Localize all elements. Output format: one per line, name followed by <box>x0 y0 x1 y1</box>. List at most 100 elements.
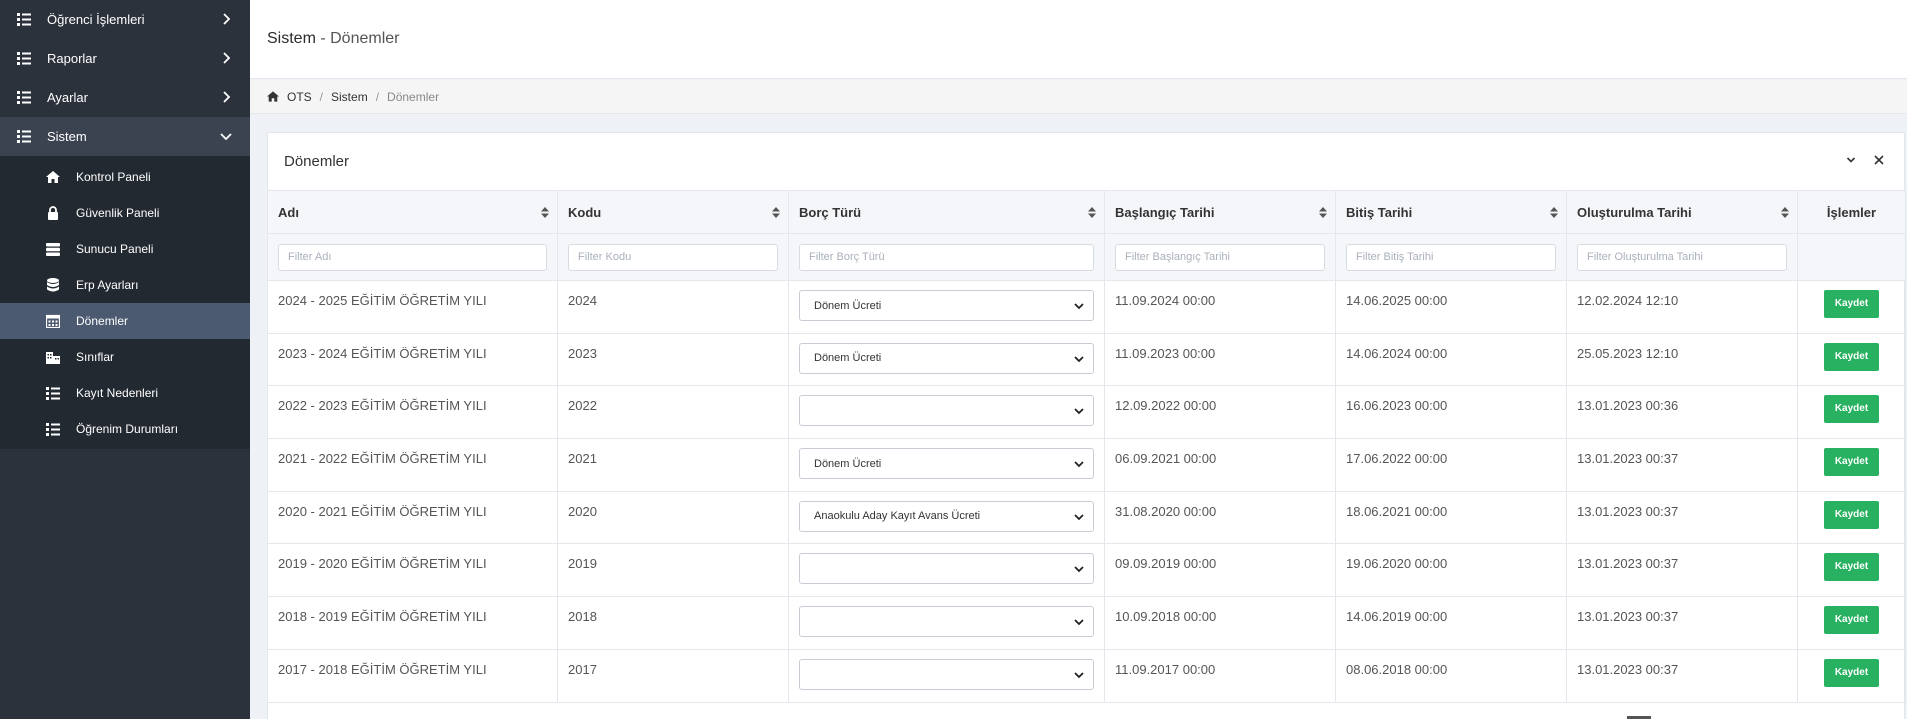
sidebar-subitem-guvenlik-paneli[interactable]: Güvenlik Paneli <box>0 195 250 231</box>
filter-baslangic-tarihi-input[interactable] <box>1115 243 1325 271</box>
sidebar-subitem-erp-ayarlari[interactable]: Erp Ayarları <box>0 267 250 303</box>
cell-olusturulma-tarihi: 13.01.2023 00:37 <box>1566 648 1798 703</box>
chevron-down-icon <box>1074 408 1084 415</box>
sidebar-subitem-label: Sınıflar <box>76 350 115 364</box>
sidebar-item-ogrenci-islemleri[interactable]: Öğrenci İşlemleri <box>0 0 250 39</box>
sidebar-subitem-kontrol-paneli[interactable]: Kontrol Paneli <box>0 159 250 195</box>
kaydet-button[interactable]: Kaydet <box>1824 606 1879 635</box>
column-header-olusturulma-tarihi[interactable]: Oluşturulma Tarihi <box>1566 190 1798 234</box>
cell-kodu: 2020 <box>557 490 789 545</box>
column-header-bitis-tarihi[interactable]: Bitiş Tarihi <box>1335 190 1567 234</box>
cell-adi: 2019 - 2020 EĞİTİM ÖĞRETİM YILI <box>267 543 558 598</box>
kaydet-button[interactable]: Kaydet <box>1824 395 1879 424</box>
list-icon <box>16 90 31 105</box>
cell-bitis-tarihi: 18.06.2021 00:00 <box>1335 490 1567 545</box>
sidebar-subitem-siniflar[interactable]: Sınıflar <box>0 339 250 375</box>
cell-borc-turu <box>788 543 1105 598</box>
cell-bitis-tarihi: 14.06.2019 00:00 <box>1335 596 1567 650</box>
borc-turu-select[interactable]: Dönem Ücreti <box>799 342 1094 374</box>
cell-adi: 2018 - 2019 EĞİTİM ÖĞRETİM YILI <box>267 596 558 650</box>
breadcrumb-current: Dönemler <box>387 89 440 104</box>
portlet-title: Dönemler <box>284 153 350 170</box>
borc-turu-select[interactable] <box>799 553 1094 585</box>
filter-borc-turu-input[interactable] <box>799 243 1094 271</box>
select-value: Dönem Ücreti <box>814 299 882 312</box>
sidebar-subitem-sunucu-paneli[interactable]: Sunucu Paneli <box>0 231 250 267</box>
list-icon <box>16 129 31 144</box>
column-header-adi[interactable]: Adı <box>267 190 558 234</box>
chevron-down-icon <box>220 133 232 141</box>
column-header-borc-turu[interactable]: Borç Türü <box>788 190 1105 234</box>
cell-olusturulma-tarihi: 13.01.2023 00:37 <box>1566 490 1798 545</box>
column-header-kodu[interactable]: Kodu <box>557 190 789 234</box>
column-header-label: Oluşturulma Tarihi <box>1577 204 1692 220</box>
breadcrumb-section-link[interactable]: Sistem <box>331 90 368 104</box>
cell-baslangic-tarihi: 10.09.2018 00:00 <box>1104 596 1336 650</box>
filter-cell-empty <box>1797 233 1906 281</box>
sidebar-item-raporlar[interactable]: Raporlar <box>0 39 250 78</box>
breadcrumb-separator: / <box>319 89 324 104</box>
sidebar-item-label: Sistem <box>47 129 87 144</box>
cell-bitis-tarihi: 14.06.2024 00:00 <box>1335 332 1567 387</box>
sidebar-item-sistem[interactable]: Sistem <box>0 117 250 156</box>
borc-turu-select[interactable]: Dönem Ücreti <box>799 448 1094 480</box>
cell-bitis-tarihi: 08.06.2018 00:00 <box>1335 648 1567 703</box>
cell-islemler: Kaydet <box>1797 332 1906 387</box>
borc-turu-select[interactable] <box>799 395 1094 427</box>
chevron-down-icon <box>1846 157 1856 163</box>
close-button[interactable] <box>1872 153 1886 167</box>
select-value: Dönem Ücreti <box>814 352 882 365</box>
borc-turu-select[interactable]: Dönem Ücreti <box>799 290 1094 321</box>
list-icon <box>46 386 60 400</box>
cell-olusturulma-tarihi: 12.02.2024 12:10 <box>1566 280 1798 334</box>
sidebar-subitem-ogrenim-durumlari[interactable]: Öğrenim Durumları <box>0 411 250 447</box>
cell-borc-turu: Dönem Ücreti <box>788 438 1105 492</box>
filter-bitis-tarihi-input[interactable] <box>1346 243 1556 271</box>
cell-adi: 2024 - 2025 EĞİTİM ÖĞRETİM YILI <box>267 280 558 334</box>
cell-borc-turu: Dönem Ücreti <box>788 280 1105 334</box>
table-row: 2022 - 2023 EĞİTİM ÖĞRETİM YILI 2022 12.09… <box>267 385 1906 440</box>
filter-olusturulma-tarihi-input[interactable] <box>1577 243 1787 271</box>
column-header-label: Başlangıç Tarihi <box>1115 204 1215 220</box>
sort-icon <box>1781 207 1789 218</box>
collapse-button[interactable] <box>1844 153 1858 167</box>
kaydet-button[interactable]: Kaydet <box>1824 448 1879 477</box>
sort-icon <box>1550 207 1558 218</box>
kaydet-button[interactable]: Kaydet <box>1824 500 1879 529</box>
column-header-label: Kodu <box>568 204 602 220</box>
column-header-baslangic-tarihi[interactable]: Başlangıç Tarihi <box>1104 190 1336 234</box>
sidebar-subitem-donemler[interactable]: Dönemler <box>0 303 250 339</box>
sidebar-item-ayarlar[interactable]: Ayarlar <box>0 78 250 117</box>
kaydet-button[interactable]: Kaydet <box>1824 342 1879 371</box>
cell-kodu: 2022 <box>557 385 789 440</box>
cell-kodu: 2021 <box>557 438 789 492</box>
cell-islemler: Kaydet <box>1797 280 1906 334</box>
breadcrumb-home-link[interactable]: OTS <box>287 90 312 104</box>
cell-baslangic-tarihi: 11.09.2017 00:00 <box>1104 648 1336 703</box>
chevron-down-icon <box>1074 303 1084 310</box>
portlet-header: Dönemler <box>268 133 1904 190</box>
kaydet-button[interactable]: Kaydet <box>1824 290 1879 318</box>
kaydet-button[interactable]: Kaydet <box>1824 658 1879 687</box>
cell-adi: 2020 - 2021 EĞİTİM ÖĞRETİM YILI <box>267 490 558 545</box>
cell-kodu: 2017 <box>557 648 789 703</box>
sort-icon <box>541 207 549 218</box>
server-icon <box>46 242 60 256</box>
sidebar-subitem-label: Kayıt Nedenleri <box>76 386 159 400</box>
sidebar-submenu-sistem: Kontrol Paneli Güvenlik Paneli Sunucu Pa… <box>0 156 250 449</box>
filter-kodu-input[interactable] <box>568 243 778 271</box>
portlet-tools <box>1844 153 1886 167</box>
borc-turu-select[interactable]: Anaokulu Aday Kayıt Avans Ücreti <box>799 500 1094 532</box>
filter-adi-input[interactable] <box>278 243 547 271</box>
calendar-icon <box>46 314 60 328</box>
borc-turu-select[interactable] <box>799 606 1094 638</box>
sidebar-subitem-kayit-nedenleri[interactable]: Kayıt Nedenleri <box>0 375 250 411</box>
cell-kodu: 2019 <box>557 543 789 598</box>
donemler-portlet: Dönemler Adı Kodu Borç Türü Başlangıç Ta… <box>267 132 1906 719</box>
cell-kodu: 2018 <box>557 596 789 650</box>
kaydet-button[interactable]: Kaydet <box>1824 553 1879 582</box>
borc-turu-select[interactable] <box>799 658 1094 690</box>
cell-olusturulma-tarihi: 25.05.2023 12:10 <box>1566 332 1798 387</box>
cell-baslangic-tarihi: 06.09.2021 00:00 <box>1104 438 1336 492</box>
sort-icon <box>1319 207 1327 218</box>
